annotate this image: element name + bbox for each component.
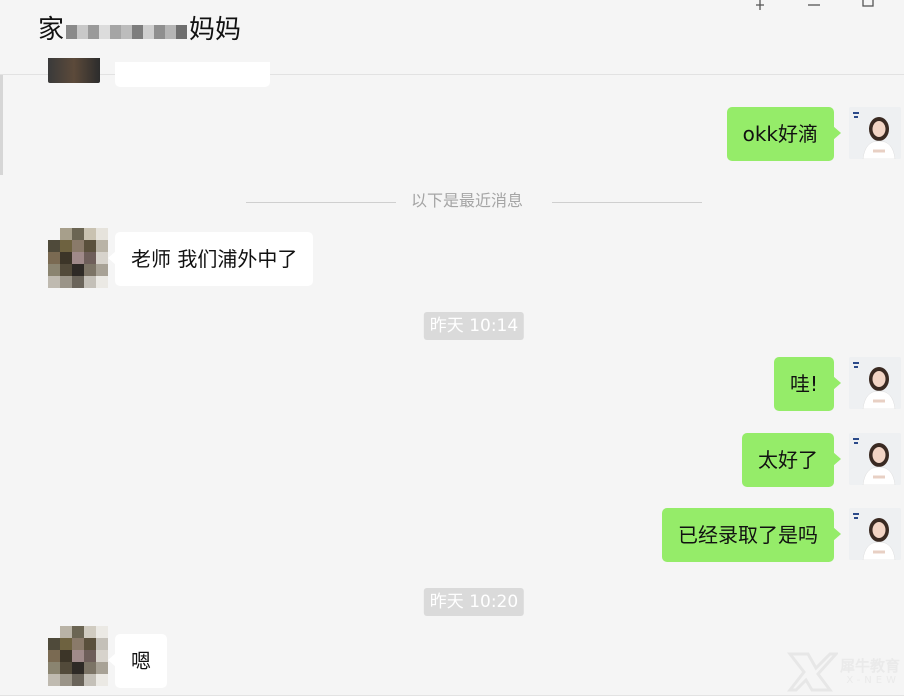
message-bubble-received[interactable]: 老师 我们浦外中了 bbox=[107, 232, 314, 286]
timestamp: 昨天 10:14 bbox=[423, 312, 525, 340]
message-bubble-sent[interactable]: 太好了 bbox=[742, 433, 841, 487]
pin-button[interactable] bbox=[750, 0, 770, 10]
recent-messages-divider: 以下是最近消息 bbox=[411, 191, 524, 210]
window-controls bbox=[750, 0, 878, 10]
chat-title-start: 家 bbox=[38, 15, 65, 45]
watermark-brand-en: X-NEW bbox=[846, 675, 900, 686]
avatar-contact[interactable] bbox=[48, 228, 108, 288]
chat-title: 家 妈妈 bbox=[38, 12, 241, 48]
maximize-button[interactable] bbox=[858, 0, 878, 10]
avatar-self[interactable] bbox=[849, 508, 901, 560]
minimize-button[interactable] bbox=[804, 0, 824, 10]
message-bubble-partial[interactable] bbox=[115, 62, 270, 87]
chat-title-end: 妈妈 bbox=[189, 15, 242, 45]
message-bubble-received[interactable]: 嗯 bbox=[108, 634, 167, 688]
avatar-contact[interactable] bbox=[48, 626, 108, 686]
pin-icon bbox=[756, 0, 764, 10]
watermark-brand-cn: 犀牛教育 bbox=[839, 657, 900, 675]
divider-line-left bbox=[246, 202, 396, 203]
left-border bbox=[0, 75, 3, 175]
teacher-avatar-icon bbox=[849, 508, 901, 560]
message-bubble-sent[interactable]: 哇! bbox=[773, 357, 842, 411]
x-logo-icon bbox=[786, 652, 838, 692]
title-mosaic bbox=[66, 21, 188, 39]
watermark: 犀牛教育 X-NEW bbox=[786, 652, 900, 692]
teacher-avatar-icon bbox=[849, 107, 901, 159]
avatar-self[interactable] bbox=[849, 357, 901, 409]
avatar-self[interactable] bbox=[849, 433, 901, 485]
minimize-icon bbox=[808, 4, 820, 6]
timestamp: 昨天 10:20 bbox=[423, 588, 525, 616]
avatar-self[interactable] bbox=[849, 107, 901, 159]
maximize-icon bbox=[862, 0, 874, 7]
divider-line-right bbox=[552, 202, 702, 203]
message-bubble-sent[interactable]: 已经录取了是吗 bbox=[662, 508, 841, 562]
teacher-avatar-icon bbox=[849, 433, 901, 485]
message-bubble-sent[interactable]: okk好滴 bbox=[726, 107, 842, 161]
teacher-avatar-icon bbox=[849, 357, 901, 409]
avatar-partial[interactable] bbox=[48, 58, 100, 83]
